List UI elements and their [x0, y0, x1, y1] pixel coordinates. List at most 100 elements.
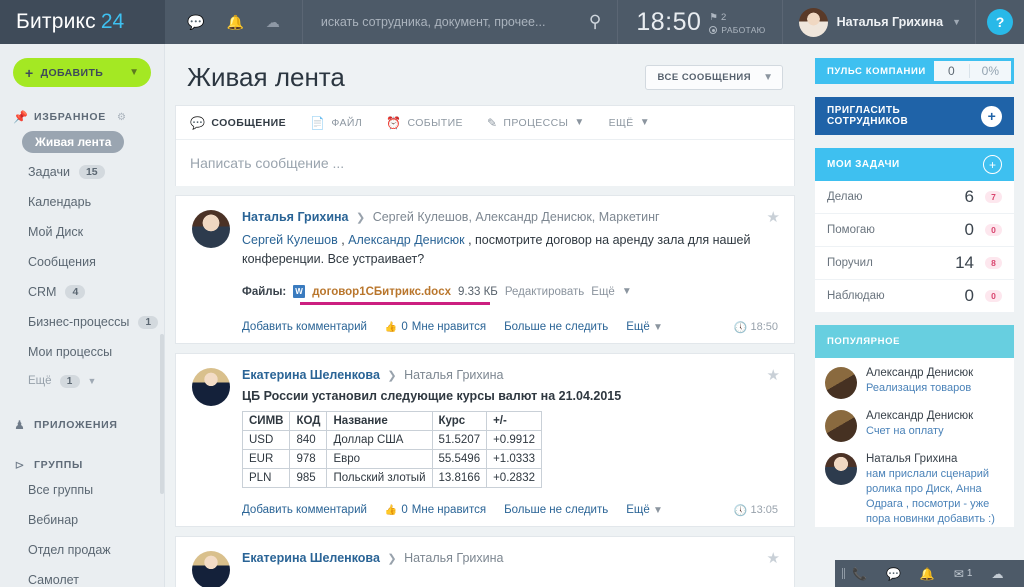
add-task-icon[interactable]: +	[983, 155, 1002, 174]
tab-message[interactable]: 💬 СООБЩЕНИЕ	[190, 116, 286, 130]
add-comment-link[interactable]: Добавить комментарий	[242, 504, 367, 516]
post-attachments: Файлы: договор1СБитрикс.docx 9.33 КБ Ред…	[242, 285, 778, 298]
search-icon[interactable]: ⚲	[589, 12, 601, 32]
post-more-menu[interactable]: Ещё ▼	[626, 321, 663, 333]
company-pulse-widget[interactable]: ПУЛЬС КОМПАНИИ 0 0%	[815, 58, 1014, 84]
chevron-down-icon[interactable]: ▼	[88, 376, 97, 386]
chat-icon[interactable]: 💬	[187, 15, 204, 29]
chevron-down-icon[interactable]: ▼	[952, 17, 961, 27]
sidebar-item-otdel-prodazh[interactable]: Отдел продаж	[0, 535, 164, 565]
attachment-link[interactable]: договор1СБитрикс.docx	[312, 286, 451, 298]
help-button[interactable]: ?	[976, 0, 1024, 44]
sidebar-item-zadachi[interactable]: Задачи 15	[0, 157, 164, 187]
table-cell: Доллар США	[326, 430, 433, 450]
sidebar-item-soobsheniya[interactable]: Сообщения	[0, 247, 164, 277]
post-author[interactable]: Екатерина Шеленкова	[242, 551, 380, 565]
tab-more[interactable]: ЕЩЁ ▼	[609, 117, 650, 129]
chevron-down-icon[interactable]: ▼	[574, 117, 584, 128]
post-author[interactable]: Наталья Грихина	[242, 210, 349, 224]
chevron-down-icon[interactable]: ▼	[129, 67, 139, 78]
composer-input[interactable]: Написать сообщение ...	[176, 140, 794, 186]
attachment-edit-link[interactable]: Редактировать	[505, 286, 584, 298]
add-button[interactable]: + ДОБАВИТЬ ▼	[13, 58, 151, 87]
post-author[interactable]: Екатерина Шеленкова	[242, 368, 380, 382]
arrow-icon: ❯	[387, 370, 397, 382]
chevron-down-icon[interactable]: ▼	[622, 286, 632, 297]
drag-handle[interactable]	[842, 568, 845, 579]
favorite-star-icon[interactable]: ★	[767, 208, 780, 226]
my-tasks-header[interactable]: МОИ ЗАДАЧИ +	[815, 148, 1014, 181]
task-row-poruchil[interactable]: Поручил 14 8	[815, 247, 1014, 280]
sidebar-item-moy-disk[interactable]: Мой Диск	[0, 217, 164, 247]
cloud-icon[interactable]: ☁	[266, 15, 280, 29]
apps-icon: ♟	[14, 418, 25, 432]
tab-event[interactable]: ⏰ СОБЫТИЕ	[386, 116, 463, 130]
sidebar-item-biznes-processy[interactable]: Бизнес-процессы 1	[0, 307, 164, 337]
message-filter-label: ВСЕ СООБЩЕНИЯ	[657, 72, 752, 83]
avatar[interactable]	[192, 368, 230, 406]
attachment-more-link[interactable]: Ещё	[591, 286, 615, 298]
thumbs-up-icon: 👍	[384, 504, 398, 516]
time-status-block[interactable]: 18:50 ⚑ 2 РАБОТАЮ	[618, 0, 783, 44]
sidebar-item-samolet[interactable]: Самолет	[0, 565, 164, 587]
user-menu[interactable]: Наталья Грихина ▼	[782, 0, 976, 44]
task-row-delayu[interactable]: Делаю 6 7	[815, 181, 1014, 214]
post-more-menu[interactable]: Ещё ▼	[626, 504, 663, 516]
logo[interactable]: Битрикс 24	[0, 0, 165, 44]
avatar[interactable]	[192, 210, 230, 248]
list-item[interactable]: Александр Денисюк Счет на оплату	[825, 410, 1004, 442]
sidebar-section-groups[interactable]: ⊳ ГРУППЫ	[0, 455, 164, 475]
chevron-down-icon[interactable]: ▼	[763, 72, 773, 83]
task-row-badge: 0	[985, 290, 1002, 302]
task-row-nablyudayu[interactable]: Наблюдаю 0 0	[815, 280, 1014, 313]
list-item[interactable]: Александр Денисюк Реализация товаров	[825, 367, 1004, 399]
unfollow-link[interactable]: Больше не следить	[504, 504, 608, 516]
unfollow-link[interactable]: Больше не следить	[504, 321, 608, 333]
chat-icon[interactable]: 💬	[886, 567, 901, 581]
search-input[interactable]	[320, 15, 589, 29]
sidebar-item-kalendar[interactable]: Календарь	[0, 187, 164, 217]
mail-icon[interactable]: ✉ 1	[954, 567, 973, 581]
search-bar[interactable]: ⚲	[302, 0, 619, 44]
sidebar-item-moi-processy[interactable]: Мои процессы	[0, 337, 164, 367]
like-button[interactable]: 👍 0 Мне нравится	[385, 321, 486, 333]
mention-link[interactable]: Сергей Кулешов	[242, 233, 338, 247]
list-item[interactable]: Наталья Грихина нам прислали сценарий ро…	[825, 453, 1004, 527]
chevron-down-icon[interactable]: ▼	[640, 117, 650, 128]
tab-processes[interactable]: ✎ ПРОЦЕССЫ ▼	[487, 116, 585, 130]
popular-item-text[interactable]: Счет на оплату	[866, 424, 973, 439]
sidebar-scrollbar[interactable]	[160, 334, 164, 494]
work-status[interactable]: РАБОТАЮ	[709, 25, 765, 35]
sidebar-item-zhivaya-lenta[interactable]: Живая лента	[22, 127, 164, 157]
avatar[interactable]	[192, 551, 230, 587]
message-composer: 💬 СООБЩЕНИЕ 📄 ФАЙЛ ⏰ СОБЫТИЕ ✎ ПРОЦЕССЫ …	[175, 105, 795, 186]
favorite-star-icon[interactable]: ★	[767, 549, 780, 567]
sidebar-item-crm[interactable]: CRM 4	[0, 277, 164, 307]
cloud-icon[interactable]: ☁	[991, 567, 1003, 581]
table-row: EUR 978 Евро 55.5496 +1.0333	[241, 449, 542, 469]
sidebar-item-vebinar[interactable]: Вебинар	[0, 505, 164, 535]
message-filter-dropdown[interactable]: ВСЕ СООБЩЕНИЯ ▼	[645, 65, 783, 90]
sidebar-section-applications[interactable]: ♟ ПРИЛОЖЕНИЯ	[0, 415, 164, 435]
task-row-count: 0	[964, 220, 974, 239]
popular-header: ПОПУЛЯРНОЕ	[815, 325, 1014, 358]
sidebar-section-favorites[interactable]: 📌 ИЗБРАННОЕ ⚙	[0, 107, 164, 127]
tab-file[interactable]: 📄 ФАЙЛ	[310, 116, 362, 130]
popular-item-text[interactable]: нам прислали сценарий ролика про Диск, А…	[866, 467, 1004, 527]
like-button[interactable]: 👍 0 Мне нравится	[385, 504, 486, 516]
popular-item-text[interactable]: Реализация товаров	[866, 381, 973, 396]
gear-icon[interactable]: ⚙	[117, 112, 126, 123]
table-cell: 55.5496	[431, 449, 488, 469]
favorite-star-icon[interactable]: ★	[767, 366, 780, 384]
table-cell: 840	[289, 430, 328, 450]
bell-icon[interactable]: 🔔	[226, 15, 243, 29]
add-comment-link[interactable]: Добавить комментарий	[242, 321, 367, 333]
bell-icon[interactable]: 🔔	[920, 567, 935, 581]
invite-employees-button[interactable]: ПРИГЛАСИТЬ СОТРУДНИКОВ +	[815, 97, 1014, 135]
flag-counter[interactable]: ⚑ 2	[709, 12, 765, 23]
task-row-pomogayu[interactable]: Помогаю 0 0	[815, 214, 1014, 247]
sidebar-more-toggle[interactable]: Ещё 1 ▼	[0, 367, 164, 395]
phone-icon[interactable]: 📞	[852, 567, 867, 581]
mention-link[interactable]: Александр Денисюк	[348, 233, 464, 247]
sidebar-item-vse-gruppy[interactable]: Все группы	[0, 475, 164, 505]
